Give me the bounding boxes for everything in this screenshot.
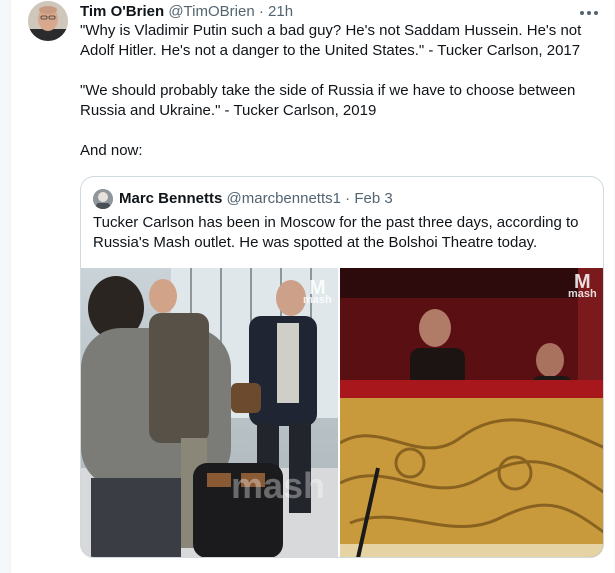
- quoted-author-handle: @marcbennetts1: [226, 190, 341, 207]
- svg-text:mash: mash: [231, 465, 325, 506]
- theatre-photo-image: [340, 268, 603, 557]
- author-handle[interactable]: @TimOBrien: [168, 3, 254, 20]
- action-bar-partial: [80, 566, 608, 573]
- quoted-profile-avatar: [93, 189, 113, 209]
- quoted-avatar-image: [93, 189, 113, 209]
- tweet-time[interactable]: 21h: [268, 3, 293, 20]
- quoted-separator: ·: [345, 190, 351, 207]
- tweet-card[interactable]: Tim O'Brien @TimOBrien · 21h "Why is Vla…: [10, 0, 614, 573]
- author-name[interactable]: Tim O'Brien: [80, 3, 164, 20]
- avatar-image: [28, 1, 68, 41]
- quoted-media[interactable]: mash M mash M mash: [81, 268, 603, 557]
- more-options-icon[interactable]: [578, 6, 600, 20]
- photo-airport[interactable]: mash M mash: [81, 268, 338, 557]
- quoted-date: Feb 3: [354, 190, 393, 207]
- watermark-mash-right: M mash: [568, 271, 597, 300]
- photo-theatre[interactable]: M mash: [340, 268, 603, 557]
- quoted-tweet[interactable]: Marc Bennetts @marcbennetts1 · Feb 3 Tuc…: [80, 176, 604, 558]
- tweet-paragraph: "Why is Vladimir Putin such a bad guy? H…: [80, 22, 585, 59]
- watermark-mash-left: M mash: [303, 277, 332, 306]
- tweet-header: Tim O'Brien @TimOBrien · 21h: [80, 3, 293, 21]
- tweet-body: "Why is Vladimir Putin such a bad guy? H…: [80, 21, 608, 181]
- tweet-paragraph: "We should probably take the side of Rus…: [80, 82, 580, 119]
- quoted-author-name: Marc Bennetts: [119, 190, 223, 207]
- header-separator: ·: [258, 3, 264, 20]
- profile-avatar[interactable]: [28, 1, 68, 41]
- quoted-text: Tucker Carlson has been in Moscow for th…: [93, 214, 579, 251]
- tweet-paragraph: And now:: [80, 142, 143, 159]
- quoted-header: Marc Bennetts @marcbennetts1 · Feb 3: [119, 190, 393, 208]
- airport-photo-image: mash: [81, 268, 338, 557]
